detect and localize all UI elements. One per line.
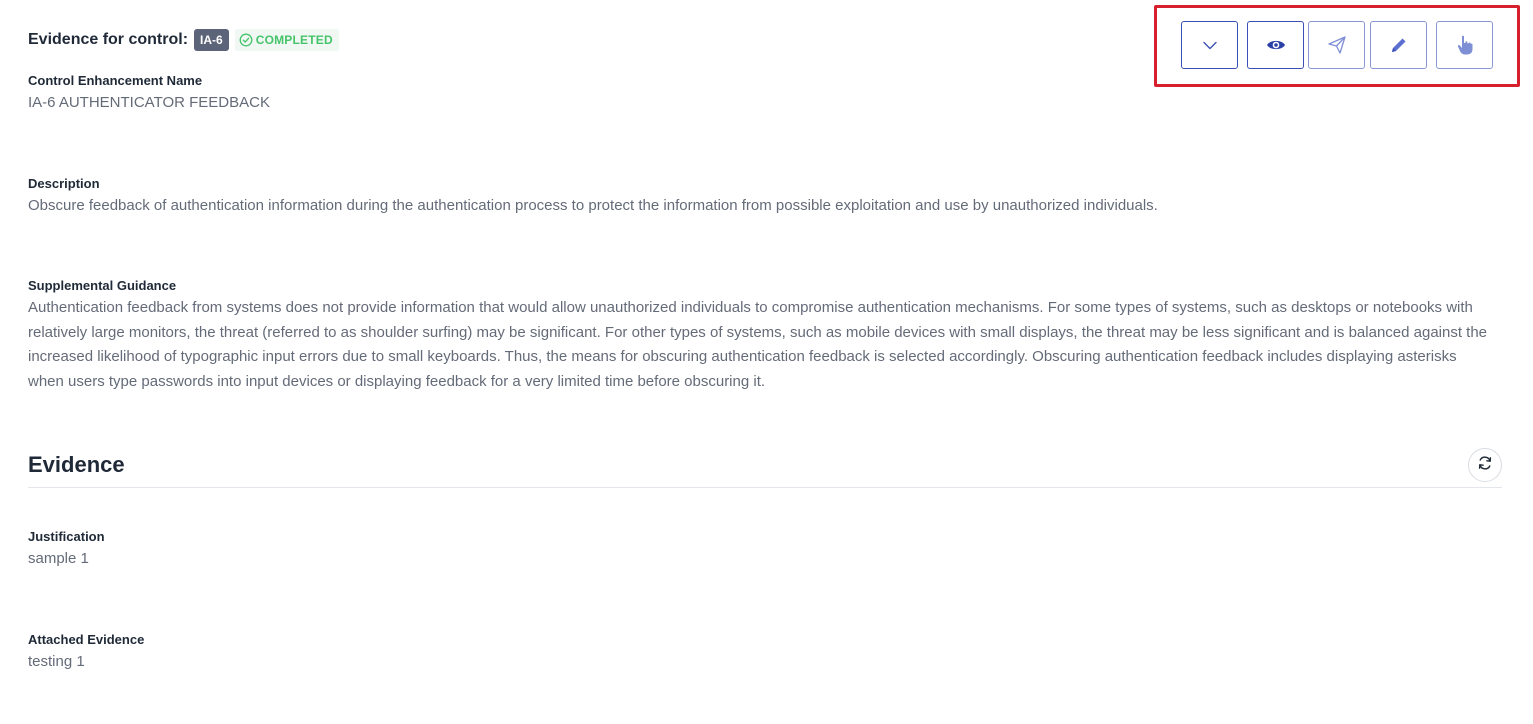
refresh-icon (1477, 455, 1493, 476)
collapse-button[interactable] (1181, 21, 1238, 69)
status-badge: COMPLETED (234, 29, 339, 51)
refresh-button[interactable] (1468, 448, 1502, 482)
select-button[interactable] (1436, 21, 1493, 69)
guidance-field: Supplemental Guidance Authentication fee… (28, 277, 1490, 394)
page-header: Evidence for control: IA-6 COMPLETED (28, 29, 339, 51)
check-circle-icon (239, 33, 253, 47)
control-id-badge: IA-6 (194, 29, 229, 51)
description-value: Obscure feedback of authentication infor… (28, 197, 1158, 214)
attached-evidence-label: Attached Evidence (28, 632, 145, 647)
description-field: Description Obscure feedback of authenti… (28, 175, 1498, 219)
chevron-down-icon (1201, 36, 1219, 54)
enhancement-name-field: Control Enhancement Name IA-6 AUTHENTICA… (28, 72, 1498, 116)
edit-button[interactable] (1370, 21, 1427, 69)
attached-evidence-field: Attached Evidence testing 1 (28, 631, 1498, 675)
evidence-section-title: Evidence (28, 452, 125, 477)
send-button[interactable] (1308, 21, 1365, 69)
status-label: COMPLETED (255, 33, 333, 47)
enhancement-name-value: IA-6 AUTHENTICATOR FEEDBACK (28, 94, 270, 111)
description-label: Description (28, 176, 100, 191)
eye-icon (1266, 38, 1286, 52)
justification-value: sample 1 (28, 550, 89, 567)
hand-pointer-icon (1456, 34, 1474, 56)
section-divider (28, 487, 1502, 488)
view-button[interactable] (1247, 21, 1304, 69)
send-icon (1327, 35, 1347, 55)
enhancement-name-label: Control Enhancement Name (28, 73, 203, 88)
justification-field: Justification sample 1 (28, 528, 1498, 572)
guidance-label: Supplemental Guidance (28, 278, 177, 293)
page-title: Evidence for control: (28, 31, 189, 48)
guidance-value: Authentication feedback from systems doe… (28, 299, 1488, 390)
evidence-page: Evidence for control: IA-6 COMPLETED Con… (0, 0, 1533, 724)
justification-label: Justification (28, 529, 105, 544)
pencil-icon (1389, 35, 1409, 55)
attached-evidence-value: testing 1 (28, 653, 85, 670)
